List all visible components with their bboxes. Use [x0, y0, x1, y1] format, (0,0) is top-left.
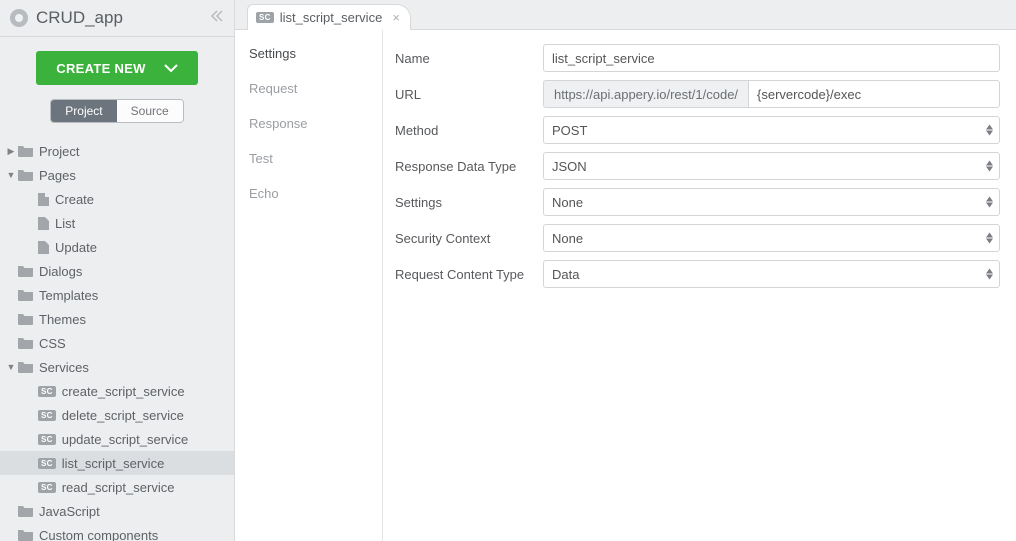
tree-label: Custom components: [39, 528, 158, 541]
tree-node-page-create[interactable]: Create: [0, 187, 234, 211]
caret-right-icon: ▶: [4, 146, 18, 157]
folder-icon: [18, 289, 33, 301]
label-settings: Settings: [395, 195, 543, 210]
label-url: URL: [395, 87, 543, 102]
folder-icon: [18, 529, 33, 541]
tree-label: Update: [55, 240, 97, 255]
toggle-project[interactable]: Project: [51, 100, 116, 122]
tree-label: JavaScript: [39, 504, 100, 519]
page-icon: [38, 241, 49, 254]
label-request-content-type: Request Content Type: [395, 267, 543, 282]
label-name: Name: [395, 51, 543, 66]
tree-node-page-update[interactable]: Update: [0, 235, 234, 259]
folder-icon: [18, 169, 33, 181]
sidebar: CRUD_app CREATE NEW Project Source ▶ Pro…: [0, 0, 235, 541]
tree-label: Project: [39, 144, 79, 159]
folder-icon: [18, 505, 33, 517]
app-title: CRUD_app: [36, 8, 210, 28]
tree-node-themes[interactable]: ▶ Themes: [0, 307, 234, 331]
page-icon: [38, 193, 49, 206]
request-content-type-select[interactable]: Data: [543, 260, 1000, 288]
tree-node-service-update[interactable]: SC update_script_service: [0, 427, 234, 451]
url-input[interactable]: [748, 80, 1000, 108]
tree-node-service-list[interactable]: SC list_script_service: [0, 451, 234, 475]
app-logo-icon: [10, 9, 28, 27]
tree-label: delete_script_service: [62, 408, 184, 423]
tree-node-page-list[interactable]: List: [0, 211, 234, 235]
collapse-sidebar-button[interactable]: [210, 9, 224, 27]
label-method: Method: [395, 123, 543, 138]
sc-icon: SC: [38, 386, 56, 397]
tree-label: Templates: [39, 288, 98, 303]
subnav-response[interactable]: Response: [235, 106, 382, 141]
page-icon: [38, 217, 49, 230]
label-security-context: Security Context: [395, 231, 543, 246]
tree-label: List: [55, 216, 75, 231]
settings-form: Name URL https://api.appery.io/rest/1/co…: [383, 30, 1016, 541]
tree-label: read_script_service: [62, 480, 175, 495]
tab-title: list_script_service: [280, 10, 383, 25]
sc-icon: SC: [38, 410, 56, 421]
tab-list-script-service[interactable]: SC list_script_service ×: [247, 4, 411, 30]
tree-node-javascript[interactable]: ▶ JavaScript: [0, 499, 234, 523]
settings-select[interactable]: None: [543, 188, 1000, 216]
folder-icon: [18, 265, 33, 277]
settings-subnav: Settings Request Response Test Echo: [235, 30, 383, 541]
tree-node-project[interactable]: ▶ Project: [0, 139, 234, 163]
tree-label: create_script_service: [62, 384, 185, 399]
toggle-source[interactable]: Source: [117, 100, 183, 122]
tabs-bar: SC list_script_service ×: [235, 0, 1016, 30]
caret-down-icon: ▼: [4, 362, 18, 372]
folder-icon: [18, 361, 33, 373]
sc-icon: SC: [38, 482, 56, 493]
subnav-test[interactable]: Test: [235, 141, 382, 176]
close-icon[interactable]: ×: [392, 10, 400, 25]
tree-label: Dialogs: [39, 264, 82, 279]
sc-icon: SC: [38, 434, 56, 445]
security-context-select[interactable]: None: [543, 224, 1000, 252]
subnav-request[interactable]: Request: [235, 71, 382, 106]
url-prefix: https://api.appery.io/rest/1/code/: [543, 80, 748, 108]
folder-icon: [18, 145, 33, 157]
create-new-label: CREATE NEW: [56, 61, 145, 76]
tree-node-css[interactable]: ▶ CSS: [0, 331, 234, 355]
sc-icon: SC: [38, 458, 56, 469]
tree-label: Themes: [39, 312, 86, 327]
method-select[interactable]: POST: [543, 116, 1000, 144]
folder-icon: [18, 337, 33, 349]
main-area: SC list_script_service × Settings Reques…: [235, 0, 1016, 541]
tree-label: Create: [55, 192, 94, 207]
tree-node-custom-components[interactable]: ▶ Custom components: [0, 523, 234, 541]
tree-node-service-delete[interactable]: SC delete_script_service: [0, 403, 234, 427]
project-source-toggle: Project Source: [50, 99, 183, 123]
subnav-settings[interactable]: Settings: [235, 36, 382, 71]
tree-label: Services: [39, 360, 89, 375]
subnav-echo[interactable]: Echo: [235, 176, 382, 211]
tree-node-services[interactable]: ▼ Services: [0, 355, 234, 379]
create-new-button[interactable]: CREATE NEW: [36, 51, 198, 85]
chevron-down-icon: [164, 63, 178, 73]
tree-node-pages[interactable]: ▼ Pages: [0, 163, 234, 187]
tree-node-templates[interactable]: ▶ Templates: [0, 283, 234, 307]
name-input[interactable]: [543, 44, 1000, 72]
folder-icon: [18, 313, 33, 325]
tree-label: Pages: [39, 168, 76, 183]
tree-label: update_script_service: [62, 432, 188, 447]
tree-node-dialogs[interactable]: ▶ Dialogs: [0, 259, 234, 283]
tree-node-service-read[interactable]: SC read_script_service: [0, 475, 234, 499]
label-response-data-type: Response Data Type: [395, 159, 543, 174]
tree-label: CSS: [39, 336, 66, 351]
project-tree: ▶ Project ▼ Pages Create List Update: [0, 135, 234, 541]
sidebar-header: CRUD_app: [0, 0, 234, 37]
sc-icon: SC: [256, 12, 274, 23]
caret-down-icon: ▼: [4, 170, 18, 180]
tree-node-service-create[interactable]: SC create_script_service: [0, 379, 234, 403]
response-data-type-select[interactable]: JSON: [543, 152, 1000, 180]
tree-label: list_script_service: [62, 456, 165, 471]
